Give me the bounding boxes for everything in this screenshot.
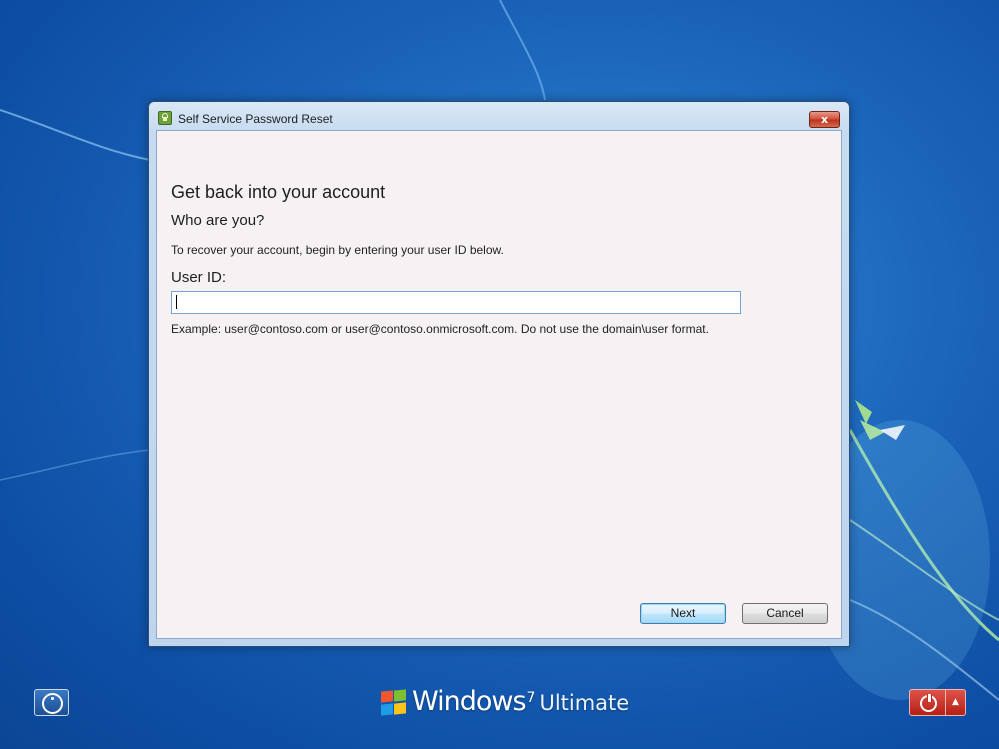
power-icon [920, 694, 937, 712]
dialog-titlebar[interactable]: Self Service Password Reset x [149, 102, 849, 132]
ease-of-access-icon [42, 693, 63, 714]
brand-version: 7 [526, 690, 536, 706]
brand-name: Windows [412, 686, 527, 717]
close-icon: x [820, 113, 829, 126]
instruction-text: To recover your account, begin by enteri… [171, 243, 504, 257]
page-subtitle: Who are you? [171, 212, 265, 229]
dialog-title: Self Service Password Reset [178, 112, 333, 126]
example-text: Example: user@contoso.com or user@contos… [171, 322, 709, 336]
text-caret [176, 295, 177, 309]
windows-brand: Windows7 Ultimate [412, 686, 629, 717]
next-button[interactable]: Next [640, 603, 726, 624]
brand-edition: Ultimate [539, 691, 630, 715]
close-button[interactable]: x [809, 111, 840, 128]
userid-input[interactable] [171, 291, 741, 314]
page-title: Get back into your account [171, 182, 386, 202]
password-reset-dialog: Self Service Password Reset x Get back i… [148, 101, 850, 647]
windows-logo-icon [379, 689, 407, 716]
dialog-content: Get back into your account Who are you? … [156, 130, 842, 639]
shutdown-button[interactable] [909, 689, 946, 716]
ease-of-access-button[interactable] [34, 689, 69, 716]
lock-icon [158, 111, 172, 125]
shutdown-options-button[interactable]: ▲ [946, 689, 966, 716]
userid-label: User ID: [171, 269, 227, 286]
cancel-button[interactable]: Cancel [742, 603, 828, 624]
